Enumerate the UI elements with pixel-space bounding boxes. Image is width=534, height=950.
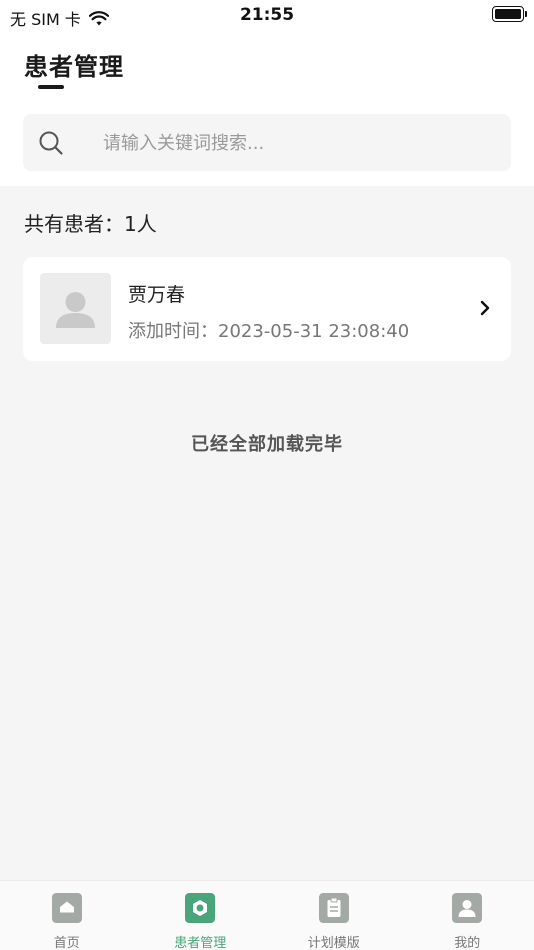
tab-plan-template[interactable]: 计划模版 [267,881,401,950]
search-icon [39,131,63,155]
person-icon [452,893,483,923]
home-icon [51,893,82,923]
tab-mine[interactable]: 我的 [401,881,534,950]
tab-patient-management[interactable]: 患者管理 [134,881,268,950]
tab-label: 首页 [53,936,80,950]
page-title: 患者管理 [24,53,124,81]
tab-bar: 首页 患者管理 计划模版 我的 [0,880,534,950]
title-underline [38,85,64,89]
tab-home[interactable]: 首页 [0,881,134,950]
patient-count: 共有患者：1人 [24,212,157,236]
patient-card[interactable]: 贾万春 添加时间：2023-05-31 23:08:40 [23,257,511,361]
chevron-right-icon [480,300,490,316]
battery-icon [492,6,527,22]
list-end-message: 已经全部加载完毕 [191,434,343,455]
tab-label: 我的 [454,936,481,950]
clock: 21:55 [239,5,295,25]
tab-label: 计划模版 [307,936,360,950]
tab-label: 患者管理 [174,936,227,950]
header-area: 无 SIM 卡 21:55 患者管理 [0,0,534,186]
patient-icon [185,893,216,923]
search-input[interactable] [103,128,483,158]
status-bar: 无 SIM 卡 21:55 [0,0,534,32]
avatar-placeholder-icon [56,292,95,328]
clipboard-icon [318,893,349,923]
patient-added-time: 添加时间：2023-05-31 23:08:40 [128,321,410,342]
avatar [40,273,111,344]
patient-name: 贾万春 [128,284,186,306]
search-bar[interactable] [23,114,511,171]
